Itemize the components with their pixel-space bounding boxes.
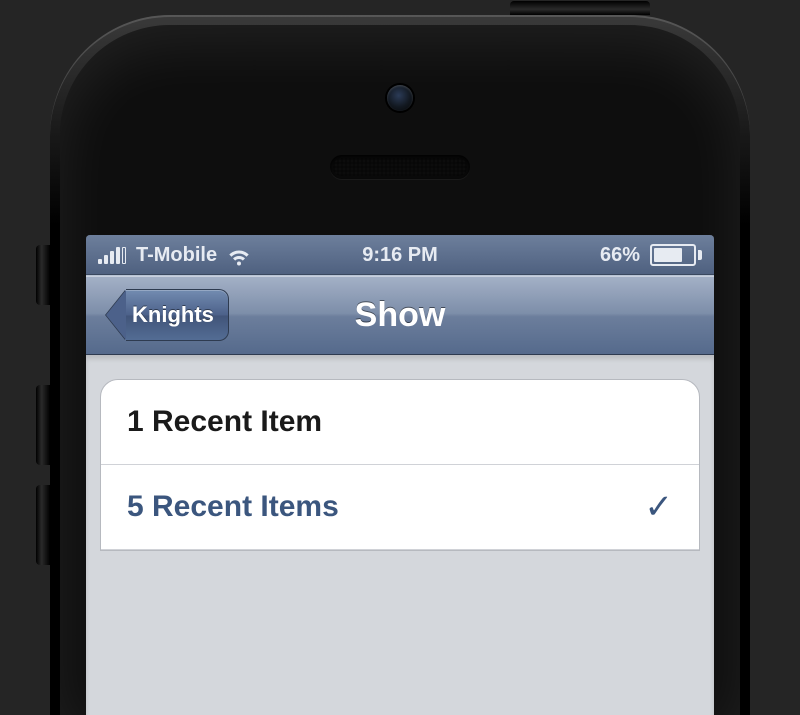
earpiece-speaker-icon <box>330 155 470 179</box>
content-area: 1 Recent Item 5 Recent Items ✓ <box>86 355 714 715</box>
phone-volume-up <box>36 385 50 465</box>
option-label: 1 Recent Item <box>127 405 322 439</box>
checkmark-icon: ✓ <box>645 487 674 527</box>
nav-bar: Knights Show <box>86 275 714 355</box>
phone-body: T-Mobile 9:16 PM 66% Knights <box>60 25 740 715</box>
signal-strength-icon <box>98 246 126 264</box>
back-button[interactable]: Knights <box>106 290 229 340</box>
option-1-recent-item[interactable]: 1 Recent Item <box>101 380 699 465</box>
wifi-icon <box>227 243 251 267</box>
front-camera-icon <box>387 85 413 111</box>
option-label: 5 Recent Items <box>127 490 339 524</box>
back-button-label: Knights <box>126 289 229 341</box>
battery-icon <box>650 244 702 266</box>
battery-percent: 66% <box>600 244 640 267</box>
nav-title: Show <box>355 296 446 335</box>
status-bar: T-Mobile 9:16 PM 66% <box>86 235 714 275</box>
back-chevron-icon <box>106 290 126 340</box>
options-list: 1 Recent Item 5 Recent Items ✓ <box>100 379 700 551</box>
phone-volume-down <box>36 485 50 565</box>
carrier-label: T-Mobile <box>136 244 217 267</box>
option-5-recent-items[interactable]: 5 Recent Items ✓ <box>101 465 699 550</box>
phone-mute-switch <box>36 245 50 305</box>
screen: T-Mobile 9:16 PM 66% Knights <box>86 235 714 715</box>
phone-frame: T-Mobile 9:16 PM 66% Knights <box>50 15 750 715</box>
phone-power-button <box>510 1 650 15</box>
